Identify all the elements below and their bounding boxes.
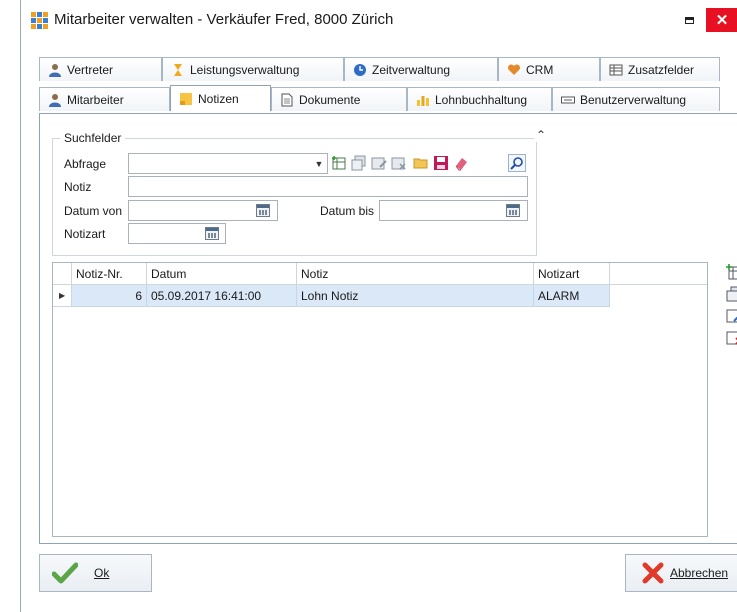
cancel-button[interactable]: Abbrechen <box>625 554 737 592</box>
cancel-x-icon <box>642 562 664 584</box>
cell-notizart[interactable]: ALARM <box>534 285 610 307</box>
ok-button[interactable]: Ok <box>39 554 152 592</box>
tab-dokumente[interactable]: Dokumente <box>271 87 407 111</box>
delete-query-icon[interactable] <box>390 154 408 172</box>
notiz-input[interactable] <box>128 176 528 197</box>
cancel-label: Abbrechen <box>670 566 729 580</box>
tab-label: Mitarbeiter <box>67 92 124 107</box>
column-header-datum[interactable]: Datum <box>147 263 297 285</box>
tab-label: Dokumente <box>299 92 361 107</box>
search-icon[interactable] <box>508 154 526 172</box>
keyboard-icon <box>561 96 575 103</box>
tab-leistungsverwaltung[interactable]: Leistungsverwaltung <box>162 57 344 81</box>
dialog-window: Mitarbeiter verwalten - Verkäufer Fred, … <box>20 0 737 612</box>
clock-icon <box>354 63 366 76</box>
suchfelder-legend: Suchfelder <box>60 131 126 145</box>
tab-crm[interactable]: CRM <box>498 57 600 81</box>
table-icon <box>609 64 623 75</box>
tab-label: Leistungsverwaltung <box>190 62 300 77</box>
maximize-icon <box>684 16 694 24</box>
edit-query-icon[interactable] <box>370 154 388 172</box>
tab-label: Notizen <box>198 91 239 106</box>
notes-grid[interactable]: Notiz-Nr. Datum Notiz Notizart ▶ 6 05.09… <box>52 262 708 537</box>
checkmark-icon <box>52 562 78 584</box>
cell-notiz-nr[interactable]: 6 <box>72 285 147 307</box>
cell-datum[interactable]: 05.09.2017 16:41:00 <box>147 285 297 307</box>
grid-header: Notiz-Nr. Datum Notiz Notizart <box>53 263 707 285</box>
person-icon <box>49 93 61 107</box>
close-icon: ✕ <box>715 12 729 29</box>
tab-zeitverwaltung[interactable]: Zeitverwaltung <box>344 57 498 81</box>
eraser-icon[interactable] <box>452 154 470 172</box>
tab-label: Zusatzfelder <box>628 62 695 77</box>
abfrage-combobox[interactable] <box>128 153 328 174</box>
ok-label: Ok <box>94 566 110 580</box>
delete-note-icon[interactable] <box>726 330 737 346</box>
bar-chart-icon <box>417 95 429 106</box>
note-icon <box>180 92 192 105</box>
cell-notiz[interactable]: Lohn Notiz <box>297 285 534 307</box>
document-icon <box>281 93 293 106</box>
tab-benutzerverwaltung[interactable]: Benutzerverwaltung <box>552 87 720 111</box>
title-bar[interactable]: Mitarbeiter verwalten - Verkäufer Fred, … <box>21 0 737 40</box>
column-header-notiz-nr[interactable]: Notiz-Nr. <box>72 263 147 285</box>
tab-label: Vertreter <box>67 62 114 77</box>
tab-notizen[interactable]: Notizen <box>170 85 271 111</box>
maximize-button[interactable] <box>678 10 700 30</box>
chevron-down-icon[interactable]: ▼ <box>312 154 326 173</box>
tab-label: Benutzerverwaltung <box>580 92 687 107</box>
notiz-label: Notiz <box>64 180 92 194</box>
row-indicator-header <box>53 263 72 285</box>
notizart-label: Notizart <box>64 227 106 241</box>
collapse-chevron-icon[interactable]: ⌃ <box>534 128 548 142</box>
person-icon <box>49 63 61 77</box>
copy-note-icon[interactable] <box>726 286 737 302</box>
tab-zusatzfelder[interactable]: Zusatzfelder <box>600 57 720 81</box>
tab-mitarbeiter[interactable]: Mitarbeiter <box>39 87 170 111</box>
copy-query-icon[interactable] <box>350 154 368 172</box>
abfrage-label: Abfrage <box>64 157 107 171</box>
table-row[interactable]: ▶ 6 05.09.2017 16:41:00 Lohn Notiz ALARM <box>53 285 707 307</box>
tab-lohnbuchhaltung[interactable]: Lohnbuchhaltung <box>407 87 552 111</box>
add-note-icon[interactable] <box>726 264 737 280</box>
heart-icon <box>507 63 521 75</box>
column-header-notiz[interactable]: Notiz <box>297 263 534 285</box>
app-grid-icon <box>31 12 48 29</box>
tab-label: Zeitverwaltung <box>372 62 451 77</box>
close-button[interactable]: ✕ <box>706 8 737 32</box>
window-title: Mitarbeiter verwalten - Verkäufer Fred, … <box>54 11 394 28</box>
tab-label: CRM <box>526 62 554 77</box>
row-indicator: ▶ <box>53 285 72 307</box>
datum-bis-label: Datum bis <box>320 204 375 218</box>
calendar-icon[interactable] <box>205 227 219 240</box>
new-query-icon[interactable] <box>330 154 348 172</box>
edit-note-icon[interactable] <box>726 308 737 324</box>
calendar-icon[interactable] <box>506 204 520 217</box>
tab-label: Lohnbuchhaltung <box>435 92 528 107</box>
save-icon[interactable] <box>432 154 450 172</box>
open-folder-icon[interactable] <box>412 154 430 172</box>
calendar-icon[interactable] <box>256 204 270 217</box>
tab-vertreter[interactable]: Vertreter <box>39 57 162 81</box>
group-border <box>536 138 537 256</box>
column-header-notizart[interactable]: Notizart <box>534 263 610 285</box>
hourglass-icon <box>174 63 182 76</box>
notizen-panel: Suchfelder ⌃ Abfrage ▼ Notiz Datum von D… <box>39 113 737 544</box>
datum-von-label: Datum von <box>64 204 123 218</box>
group-border <box>52 255 537 256</box>
